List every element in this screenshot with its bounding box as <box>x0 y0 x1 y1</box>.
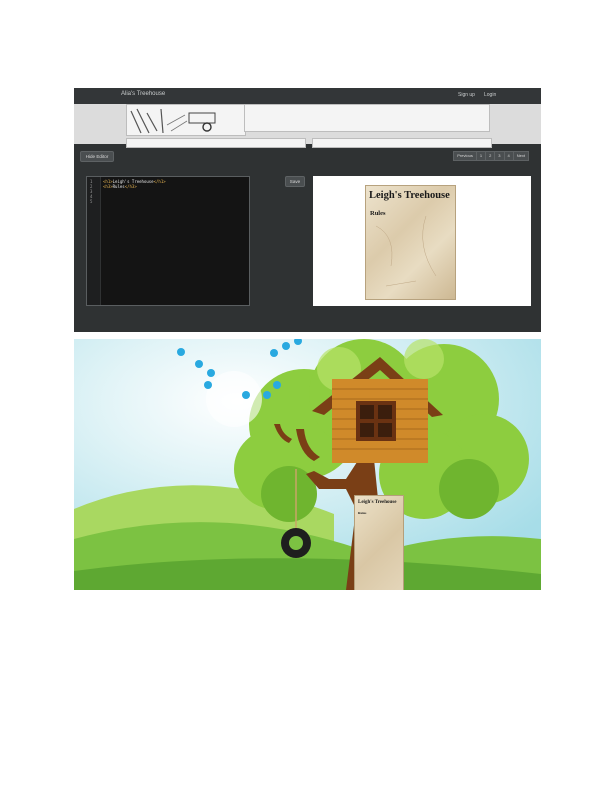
save-button[interactable]: Save <box>285 176 305 187</box>
gallery-card[interactable] <box>244 104 490 132</box>
sign-heading: Leigh's Treehouse <box>358 500 397 505</box>
gallery-strip <box>74 104 541 148</box>
gallery-card[interactable] <box>126 138 306 148</box>
editor-app-screenshot: Alia's Treehouse Sign up Login Hide Edit… <box>74 88 541 332</box>
brand-title[interactable]: Alia's Treehouse <box>121 91 165 97</box>
sketch-thumbnail-icon <box>130 108 216 134</box>
gallery-card[interactable] <box>312 138 492 148</box>
preview-subheading: Rules <box>370 210 386 217</box>
code-line[interactable]: <h3>Rules</h3> <box>103 184 137 189</box>
treehouse-illustration <box>74 339 541 590</box>
gallery-card[interactable] <box>126 104 246 136</box>
hide-editor-button[interactable]: Hide Editor <box>80 151 114 162</box>
line-number-gutter: 1 2 3 4 5 <box>87 177 101 305</box>
parchment-texture-icon <box>375 215 437 287</box>
pagination: Previous 1 2 3 4 Next <box>453 151 529 161</box>
top-navbar: Alia's Treehouse Sign up Login <box>74 88 541 105</box>
code-editor[interactable]: 1 2 3 4 5 <h1>Leigh's Treehouse</h1> <h3… <box>86 176 250 306</box>
pagination-next[interactable]: Next <box>512 151 529 161</box>
login-link[interactable]: Login <box>484 92 496 98</box>
preview-pane: Leigh's Treehouse Rules <box>313 176 531 306</box>
parchment-sign: Leigh's Treehouse Rules <box>365 185 456 300</box>
line-number: 5 <box>90 199 93 204</box>
tire-swing-icon <box>281 528 311 558</box>
preview-heading: Leigh's Treehouse <box>369 190 450 201</box>
signup-link[interactable]: Sign up <box>458 92 475 98</box>
treehouse-sign: Leigh's Treehouse Rules <box>354 495 404 590</box>
pagination-previous[interactable]: Previous <box>453 151 477 161</box>
treehouse-scene: Leigh's Treehouse Rules <box>74 339 541 590</box>
sign-subheading: Rules <box>358 511 367 515</box>
